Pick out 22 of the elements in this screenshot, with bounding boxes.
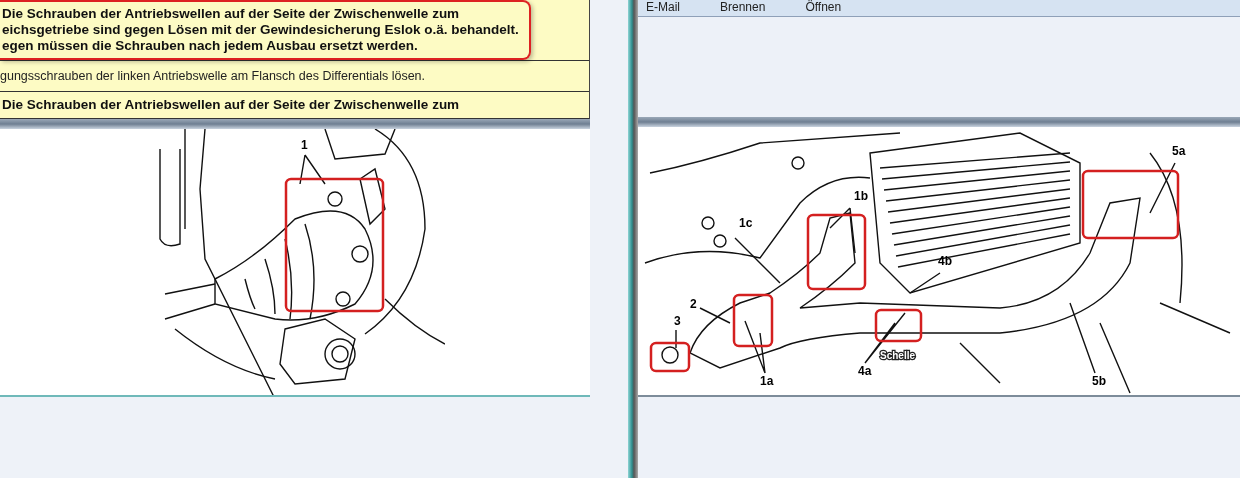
highlight-frame bbox=[874, 308, 923, 343]
callout-label: 4a bbox=[858, 364, 872, 378]
callout-label: 2 bbox=[690, 297, 697, 311]
warning-note: Die Schrauben der Antriebswellen auf der Seite der Zwischenwelle zum bbox=[1, 96, 461, 114]
part-tag: Schelle bbox=[880, 350, 916, 361]
step-text: gungsschrauben der linken Antriebswelle am Flansch des Differentials lösen. bbox=[0, 69, 425, 83]
toolbar-item[interactable]: Brennen bbox=[720, 0, 766, 16]
callout-label: 4b bbox=[938, 254, 952, 268]
warning-note: Die Schrauben der Antriebswellen auf der Seite der Zwischenwelle zum eichsgetriebe sind gegen Lösen mit der Gewindesicherung Eslok o.ä. behandelt. egen müssen die Schrauben nach jedem Ausbau ersetzt werden. bbox=[0, 0, 531, 60]
toolbar-item[interactable]: E-Mail bbox=[646, 0, 680, 16]
highlight-frame bbox=[732, 293, 774, 348]
callout-label: 1b bbox=[854, 189, 868, 203]
highlight-frame bbox=[649, 341, 691, 373]
callout-label: 1a bbox=[760, 374, 774, 388]
callout-label: 1c bbox=[739, 216, 753, 230]
pane-splitter[interactable] bbox=[638, 117, 1240, 127]
toolbar-item[interactable]: Öffnen bbox=[805, 0, 842, 16]
callout-label: 1 bbox=[301, 138, 308, 152]
callout-label: 5a bbox=[1172, 144, 1186, 158]
callout-label: 5b bbox=[1092, 374, 1106, 388]
pane-splitter[interactable] bbox=[0, 119, 590, 129]
callout-label: 3 bbox=[674, 314, 681, 328]
